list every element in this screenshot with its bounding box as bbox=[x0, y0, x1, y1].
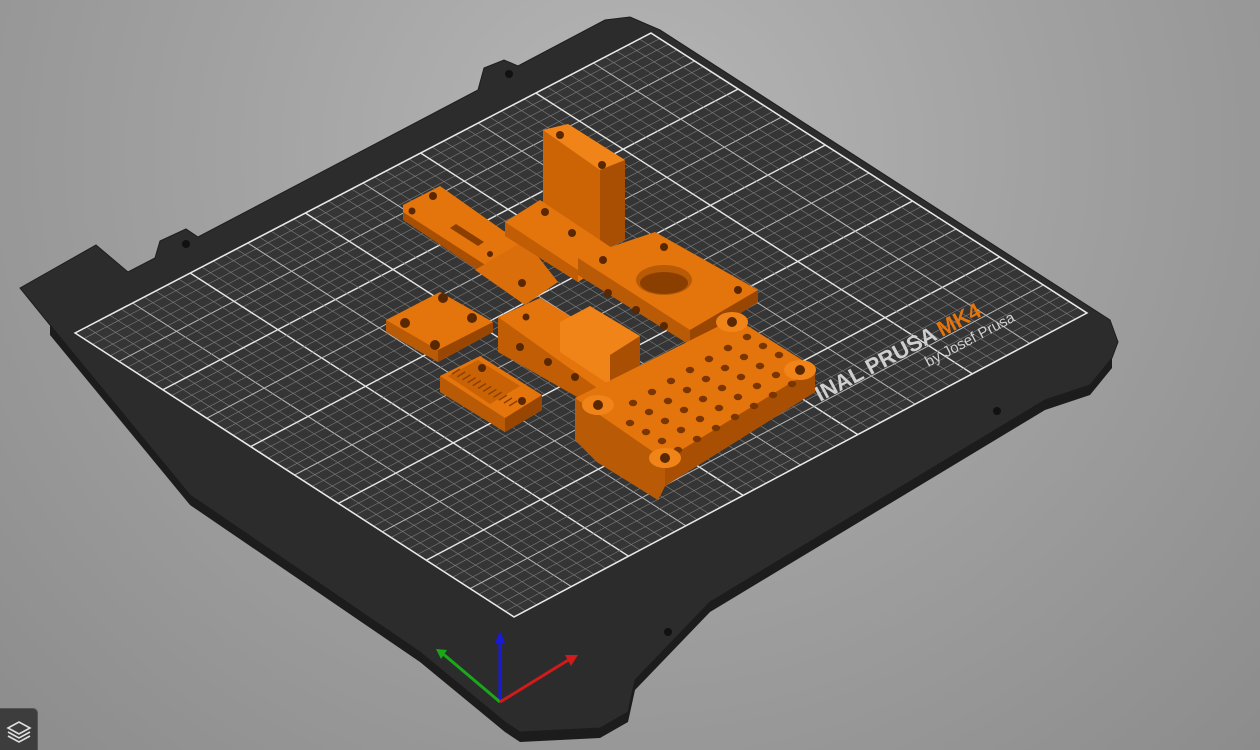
base-hole bbox=[771, 371, 781, 379]
base-hole bbox=[704, 355, 714, 363]
bed-mount-hole bbox=[182, 240, 190, 248]
base-hole bbox=[720, 364, 730, 372]
base-hole bbox=[752, 382, 762, 390]
base-hole bbox=[682, 386, 692, 394]
base-hole bbox=[739, 353, 749, 361]
base-hole bbox=[647, 388, 657, 396]
base-hole bbox=[695, 415, 705, 423]
base-hole bbox=[628, 399, 638, 407]
base-hole bbox=[676, 426, 686, 434]
3d-viewport[interactable]: INAL PRUSA MK4 by Josef Prusa bbox=[0, 0, 1260, 750]
bed-mount-hole bbox=[505, 70, 513, 78]
bed-mount-hole bbox=[993, 407, 1001, 415]
bed-mount-hole bbox=[664, 628, 672, 636]
base-hole bbox=[749, 402, 759, 410]
base-hole bbox=[660, 417, 670, 425]
base-hole bbox=[787, 380, 797, 388]
base-hole bbox=[679, 406, 689, 414]
base-hole bbox=[736, 373, 746, 381]
layer-view-button[interactable] bbox=[0, 708, 38, 750]
base-hole bbox=[774, 351, 784, 359]
base-hole bbox=[711, 424, 721, 432]
base-hole bbox=[730, 413, 740, 421]
base-hole bbox=[625, 419, 635, 427]
base-hole bbox=[663, 397, 673, 405]
base-hole bbox=[644, 408, 654, 416]
base-hole bbox=[714, 404, 724, 412]
base-hole bbox=[723, 344, 733, 352]
base-hole bbox=[755, 362, 765, 370]
base-hole bbox=[685, 366, 695, 374]
scene-canvas[interactable]: INAL PRUSA MK4 by Josef Prusa bbox=[0, 0, 1260, 750]
base-hole bbox=[641, 428, 651, 436]
base-hole bbox=[701, 375, 711, 383]
base-hole bbox=[698, 395, 708, 403]
base-hole bbox=[657, 437, 667, 445]
layers-icon bbox=[6, 721, 32, 743]
base-hole bbox=[666, 377, 676, 385]
base-hole bbox=[758, 342, 768, 350]
base-hole bbox=[692, 435, 702, 443]
base-hole bbox=[742, 333, 752, 341]
base-hole bbox=[717, 384, 727, 392]
base-hole bbox=[768, 391, 778, 399]
base-hole bbox=[733, 393, 743, 401]
